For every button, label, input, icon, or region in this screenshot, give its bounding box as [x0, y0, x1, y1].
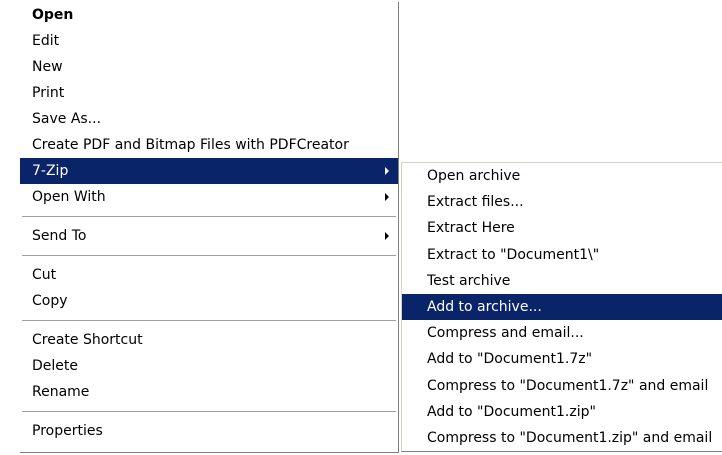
submenu-item-label: Test archive: [427, 272, 511, 289]
menu-item-label: Cut: [32, 267, 57, 283]
menu-item-label: Send To: [32, 228, 87, 244]
menu-item-rename[interactable]: Rename: [20, 379, 398, 405]
menu-item-print[interactable]: Print: [20, 80, 398, 106]
submenu-item-extract-files[interactable]: Extract files...: [402, 189, 722, 215]
menu-item-cut[interactable]: Cut: [20, 262, 398, 288]
submenu-item-add-to-archive[interactable]: Add to archive...: [402, 293, 722, 321]
menu-item-open-with[interactable]: Open With: [20, 184, 398, 210]
submenu-item-label: Add to "Document1.zip": [427, 403, 596, 420]
menu-item-7zip[interactable]: 7-Zip: [20, 158, 398, 184]
menu-item-copy[interactable]: Copy: [20, 288, 398, 314]
submenu-item-compress-7z-email[interactable]: Compress to "Document1.7z" and email: [402, 373, 722, 399]
submenu-item-open-archive[interactable]: Open archive: [402, 163, 722, 189]
submenu-item-label: Extract files...: [427, 194, 524, 211]
submenu-arrow-icon: [385, 193, 389, 201]
menu-item-label: Edit: [32, 33, 60, 49]
submenu-item-compress-zip-email[interactable]: Compress to "Document1.zip" and email: [402, 425, 722, 451]
submenu-item-extract-to-folder[interactable]: Extract to "Document1\": [402, 242, 722, 268]
submenu-item-extract-here[interactable]: Extract Here: [402, 215, 722, 241]
submenu-item-label: Compress to "Document1.7z" and email: [427, 377, 709, 394]
menu-item-create-pdf[interactable]: Create PDF and Bitmap Files with PDFCrea…: [20, 132, 398, 158]
menu-item-label: New: [32, 59, 63, 75]
menu-item-label: 7-Zip: [32, 163, 69, 179]
submenu-item-test-archive[interactable]: Test archive: [402, 268, 722, 294]
context-menu: Open Edit New Print Save As... Create PD…: [20, 2, 399, 453]
menu-item-save-as[interactable]: Save As...: [20, 106, 398, 132]
submenu-item-add-to-zip[interactable]: Add to "Document1.zip": [402, 399, 722, 425]
submenu-item-label: Compress to "Document1.zip" and email: [427, 429, 713, 446]
menu-item-label: Copy: [32, 293, 68, 309]
menu-item-delete[interactable]: Delete: [20, 353, 398, 379]
menu-item-label: Open: [32, 7, 74, 23]
submenu-item-label: Extract Here: [427, 220, 515, 237]
submenu-arrow-icon: [385, 232, 389, 240]
submenu-item-label: Add to archive...: [427, 298, 542, 315]
menu-item-new[interactable]: New: [20, 54, 398, 80]
menu-item-label: Save As...: [32, 111, 102, 127]
menu-item-label: Properties: [32, 423, 103, 439]
submenu-item-label: Add to "Document1.7z": [427, 351, 593, 368]
menu-item-label: Create PDF and Bitmap Files with PDFCrea…: [32, 137, 349, 153]
menu-item-edit[interactable]: Edit: [20, 28, 398, 54]
menu-item-label: Delete: [32, 358, 78, 374]
menu-item-open[interactable]: Open: [20, 2, 398, 28]
menu-separator: [22, 216, 396, 218]
menu-separator: [22, 320, 396, 322]
menu-item-label: Create Shortcut: [32, 332, 143, 348]
menu-item-send-to[interactable]: Send To: [20, 223, 398, 249]
menu-separator: [22, 255, 396, 257]
submenu-arrow-icon: [385, 167, 389, 175]
submenu-item-label: Open archive: [427, 168, 521, 184]
menu-separator: [22, 411, 396, 413]
submenu-item-label: Compress and email...: [427, 325, 584, 342]
menu-item-properties[interactable]: Properties: [20, 418, 398, 444]
menu-item-label: Open With: [32, 189, 106, 205]
menu-item-label: Print: [32, 85, 65, 101]
submenu-item-label: Extract to "Document1\": [427, 246, 600, 263]
menu-item-create-shortcut[interactable]: Create Shortcut: [20, 327, 398, 353]
submenu-item-add-to-7z[interactable]: Add to "Document1.7z": [402, 346, 722, 372]
7zip-submenu: Open archive Extract files... Extract He…: [401, 162, 722, 452]
submenu-item-compress-and-email[interactable]: Compress and email...: [402, 320, 722, 346]
menu-item-label: Rename: [32, 384, 90, 400]
